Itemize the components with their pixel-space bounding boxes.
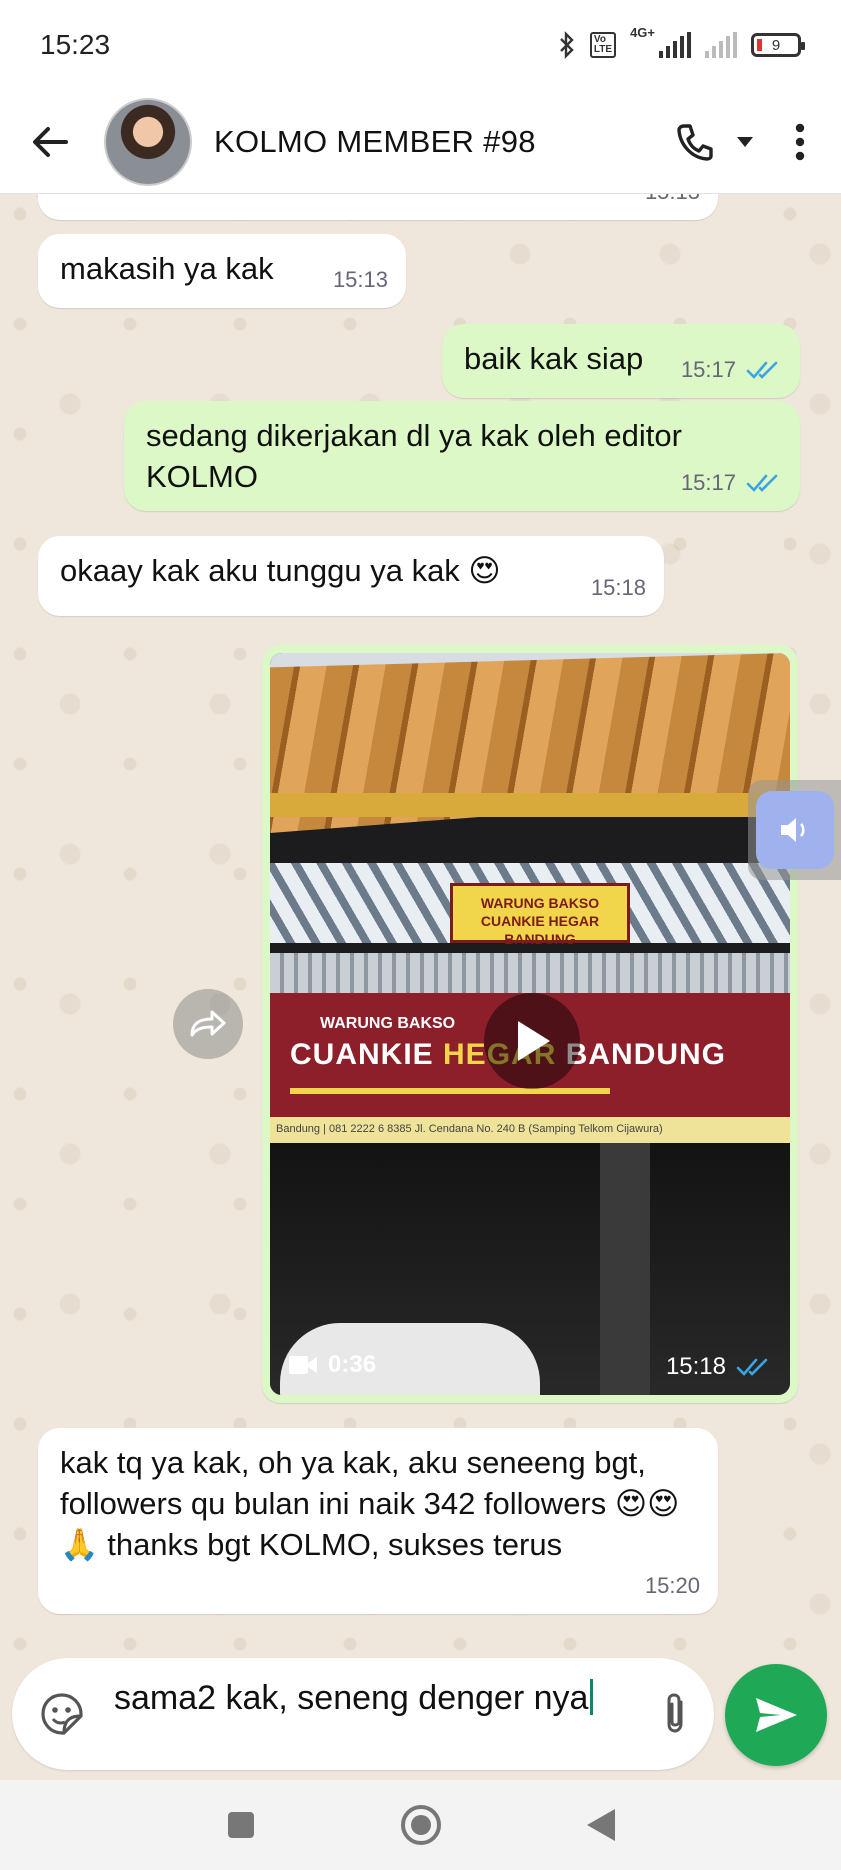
more-options-button[interactable] bbox=[765, 112, 835, 172]
message-text: kak tq ya kak, oh ya kak, aku seneeng bg… bbox=[60, 1445, 680, 1562]
chat-header: KOLMO MEMBER #98 bbox=[0, 90, 841, 194]
banner-big-part: CUANKIE bbox=[290, 1038, 444, 1071]
status-icons: Vo LTE 4G+ 9 bbox=[558, 25, 805, 59]
volume-button[interactable] bbox=[756, 791, 834, 869]
video-thumbnail[interactable]: WARUNG BAKSO CUANKIE HEGAR BANDUNG WARUN… bbox=[270, 653, 790, 1395]
chat-area[interactable]: atas 15:13 makasih ya kak 15:13 baik kak… bbox=[0, 194, 841, 1654]
message-meta: 15:13 bbox=[333, 259, 388, 300]
voice-call-button[interactable] bbox=[665, 112, 725, 172]
message-incoming[interactable]: makasih ya kak 15:13 bbox=[38, 234, 406, 308]
phone-icon bbox=[677, 123, 713, 161]
bluetooth-icon bbox=[560, 31, 574, 59]
back-arrow-icon bbox=[33, 126, 68, 157]
avatar[interactable] bbox=[104, 97, 192, 186]
message-meta: 15:17 bbox=[681, 349, 782, 390]
recents-icon bbox=[227, 1812, 254, 1838]
video-duration: 0:36 bbox=[288, 1351, 376, 1379]
message-time: 15:18 bbox=[590, 575, 646, 600]
back-button[interactable] bbox=[0, 90, 100, 194]
message-incoming[interactable]: okaay kak aku tunggu ya kak 😍 15:18 bbox=[38, 536, 664, 616]
message-meta: 15:18 bbox=[666, 1353, 772, 1381]
header-actions bbox=[665, 90, 841, 194]
read-ticks-icon bbox=[736, 1358, 768, 1376]
thumbnail-beam bbox=[270, 793, 790, 817]
send-icon bbox=[756, 1698, 797, 1732]
banner-big-part: BANDUNG bbox=[556, 1038, 727, 1071]
text-cursor bbox=[590, 1679, 594, 1715]
message-meta: 15:20 bbox=[645, 1565, 700, 1606]
contact-name[interactable]: KOLMO MEMBER #98 bbox=[214, 124, 536, 160]
more-vert-icon bbox=[795, 123, 805, 160]
banner-footer-text: Bandung | 081 2222 6 8385 Jl. Cendana No… bbox=[270, 1117, 790, 1143]
video-message[interactable]: WARUNG BAKSO CUANKIE HEGAR BANDUNG WARUN… bbox=[262, 645, 798, 1403]
message-time: 15:17 bbox=[680, 470, 736, 495]
caret-down-icon bbox=[737, 136, 753, 147]
signal-2-icon bbox=[705, 32, 737, 58]
message-time: 15:13 bbox=[332, 267, 388, 292]
signal-icon bbox=[659, 32, 691, 58]
volume-overlay[interactable] bbox=[748, 780, 841, 880]
battery-level: 9 bbox=[771, 36, 781, 54]
status-bar: 15:23 Vo LTE 4G+ 9 bbox=[0, 0, 841, 90]
status-time: 15:23 bbox=[40, 29, 111, 60]
message-incoming[interactable]: atas 15:13 bbox=[38, 194, 718, 220]
message-outgoing[interactable]: sedang dikerjakan dl ya kak oleh editor … bbox=[124, 401, 800, 511]
message-meta: 15:18 bbox=[591, 567, 646, 608]
speaker-icon bbox=[781, 818, 805, 842]
read-ticks-icon bbox=[746, 361, 778, 379]
video-duration-text: 0:36 bbox=[328, 1351, 377, 1378]
message-meta: 15:13 bbox=[645, 194, 700, 212]
thumbnail-grid bbox=[270, 953, 790, 993]
message-time: 15:17 bbox=[680, 357, 736, 382]
volte-icon: Vo LTE bbox=[589, 32, 617, 58]
call-options-button[interactable] bbox=[725, 112, 765, 172]
recents-button[interactable] bbox=[211, 1795, 271, 1855]
home-button[interactable] bbox=[391, 1795, 451, 1855]
network-type: 4G+ bbox=[630, 25, 655, 40]
message-input-text[interactable]: sama2 kak, seneng denger nya bbox=[114, 1676, 634, 1720]
send-button[interactable] bbox=[725, 1664, 827, 1766]
message-text: okaay kak aku tunggu ya kak 😍 bbox=[60, 553, 501, 588]
read-ticks-icon bbox=[746, 474, 778, 492]
attach-icon bbox=[667, 1693, 683, 1733]
message-incoming[interactable]: kak tq ya kak, oh ya kak, aku seneeng bg… bbox=[38, 1428, 718, 1614]
message-meta: 15:17 bbox=[681, 462, 782, 503]
back-nav-button[interactable] bbox=[571, 1795, 631, 1855]
forward-icon bbox=[190, 1010, 226, 1037]
play-icon bbox=[518, 1021, 550, 1061]
thumbnail-sign: WARUNG BAKSO CUANKIE HEGAR BANDUNG bbox=[450, 883, 630, 947]
home-icon bbox=[400, 1805, 441, 1845]
play-button[interactable] bbox=[484, 993, 580, 1089]
composer: sama2 kak, seneng denger nya bbox=[0, 1654, 841, 1780]
sticker-icon bbox=[41, 1693, 83, 1735]
attach-button[interactable] bbox=[648, 1686, 704, 1742]
message-text: sedang dikerjakan dl ya kak oleh editor … bbox=[146, 418, 682, 494]
message-time: 15:18 bbox=[665, 1353, 726, 1380]
banner-small-text: WARUNG BAKSO bbox=[320, 1015, 456, 1032]
message-time: 15:20 bbox=[644, 1573, 700, 1598]
message-input-value: sama2 kak, seneng denger nya bbox=[114, 1679, 589, 1717]
back-triangle-icon bbox=[586, 1809, 615, 1841]
forward-button[interactable] bbox=[173, 989, 243, 1059]
message-outgoing[interactable]: baik kak siap 15:17 bbox=[442, 324, 800, 398]
battery-icon: 9 bbox=[751, 33, 805, 57]
message-time: 15:13 bbox=[645, 194, 700, 212]
message-text: makasih ya kak bbox=[60, 251, 274, 286]
message-text: baik kak siap bbox=[464, 341, 644, 376]
banner-stripe bbox=[290, 1088, 610, 1094]
video-camera-icon bbox=[289, 1356, 317, 1374]
thumbnail-post bbox=[600, 1143, 650, 1395]
message-input[interactable]: sama2 kak, seneng denger nya bbox=[12, 1658, 714, 1770]
sticker-button[interactable] bbox=[36, 1688, 88, 1740]
system-nav-bar bbox=[0, 1780, 841, 1870]
